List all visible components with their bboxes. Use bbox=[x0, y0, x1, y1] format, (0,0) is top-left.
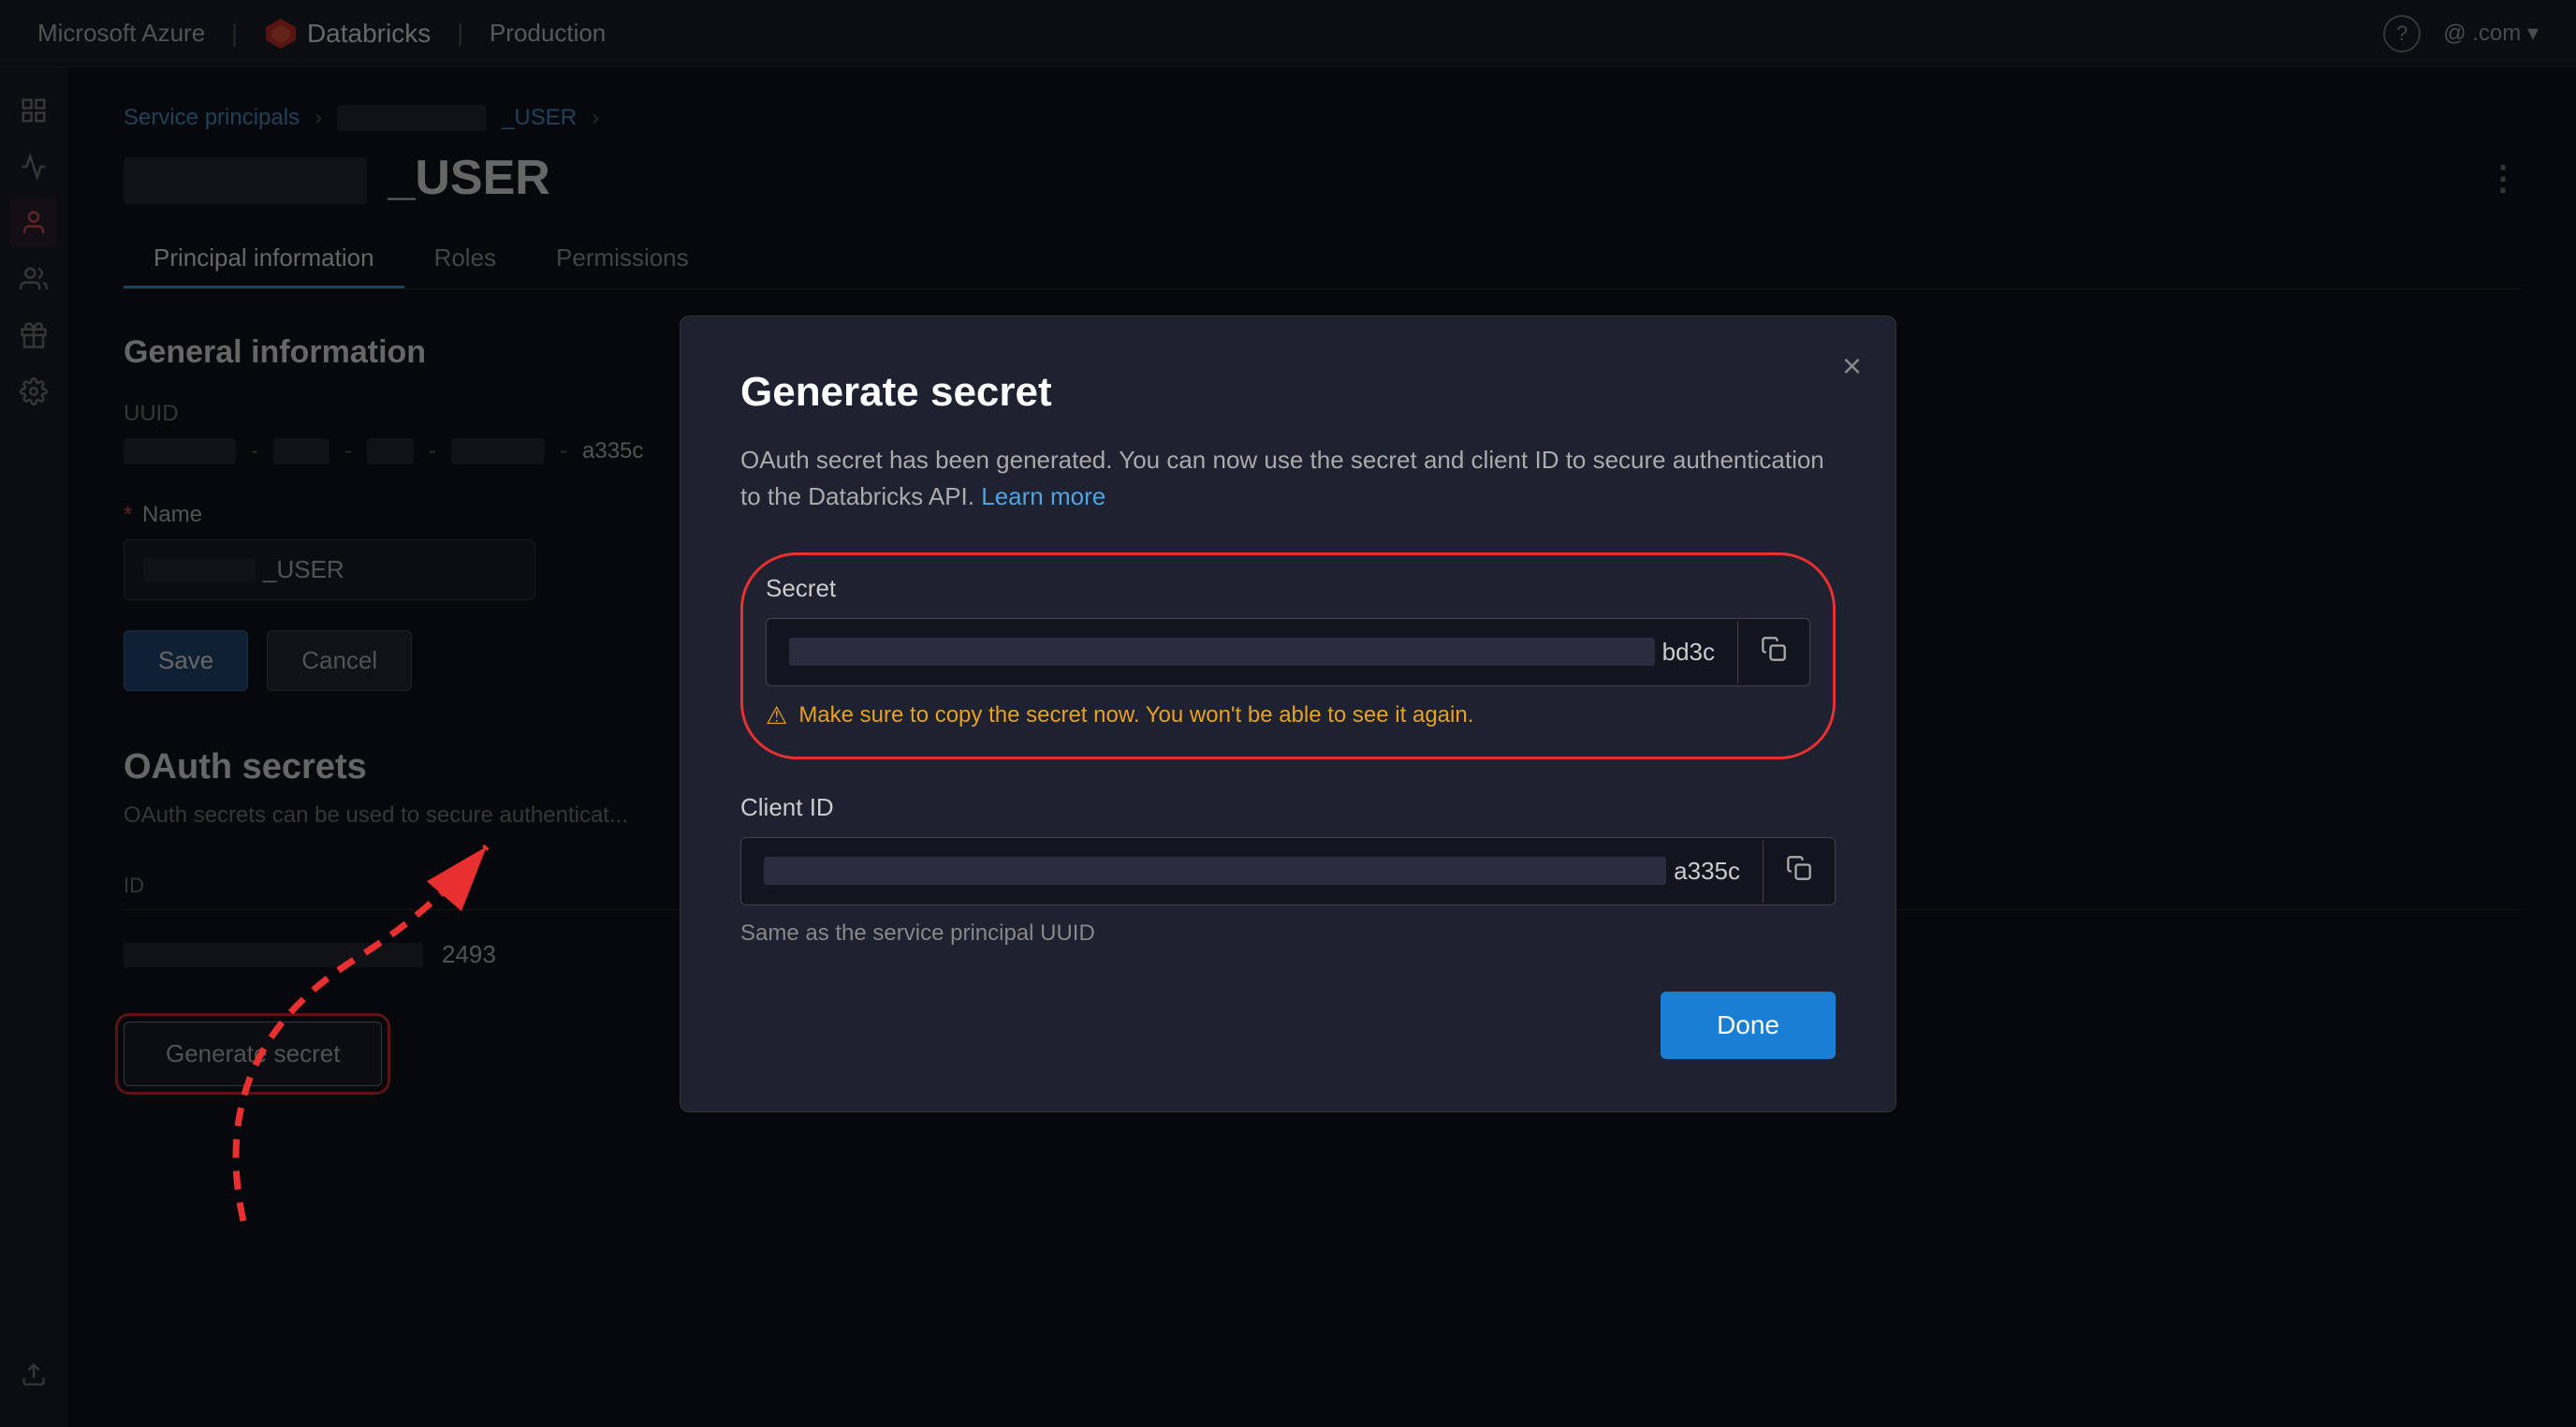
generate-secret-modal: Generate secret × OAuth secret has been … bbox=[680, 316, 1896, 1112]
secret-label: Secret bbox=[766, 574, 1810, 603]
modal-title: Generate secret bbox=[740, 369, 1836, 416]
client-id-label: Client ID bbox=[740, 793, 1836, 822]
client-id-section: Client ID a335c Same as the service prin… bbox=[740, 793, 1836, 947]
secret-redacted bbox=[789, 638, 1655, 666]
learn-more-link[interactable]: Learn more bbox=[981, 482, 1105, 510]
client-id-value-end: a335c bbox=[1674, 857, 1740, 886]
secret-input: bd3c bbox=[766, 618, 1810, 686]
secret-field-wrapper: Secret bd3c ⚠ Make sure to copy the secr… bbox=[740, 552, 1836, 759]
warning-text: ⚠ Make sure to copy the secret now. You … bbox=[766, 701, 1810, 730]
warning-icon: ⚠ bbox=[766, 701, 787, 730]
secret-copy-button[interactable] bbox=[1737, 621, 1809, 684]
modal-footer: Done bbox=[740, 992, 1836, 1059]
client-id-input: a335c bbox=[740, 837, 1836, 905]
modal-description: OAuth secret has been generated. You can… bbox=[740, 442, 1836, 515]
warning-message: Make sure to copy the secret now. You wo… bbox=[798, 702, 1473, 728]
client-id-redacted bbox=[764, 857, 1666, 885]
modal-overlay: Generate secret × OAuth secret has been … bbox=[0, 0, 2576, 1427]
client-id-copy-button[interactable] bbox=[1763, 840, 1835, 903]
modal-desc-text: OAuth secret has been generated. You can… bbox=[740, 446, 1824, 510]
modal-close-button[interactable]: × bbox=[1842, 346, 1862, 386]
secret-value-end: bd3c bbox=[1662, 638, 1715, 667]
done-button[interactable]: Done bbox=[1661, 992, 1836, 1059]
same-as-text: Same as the service principal UUID bbox=[740, 920, 1836, 947]
